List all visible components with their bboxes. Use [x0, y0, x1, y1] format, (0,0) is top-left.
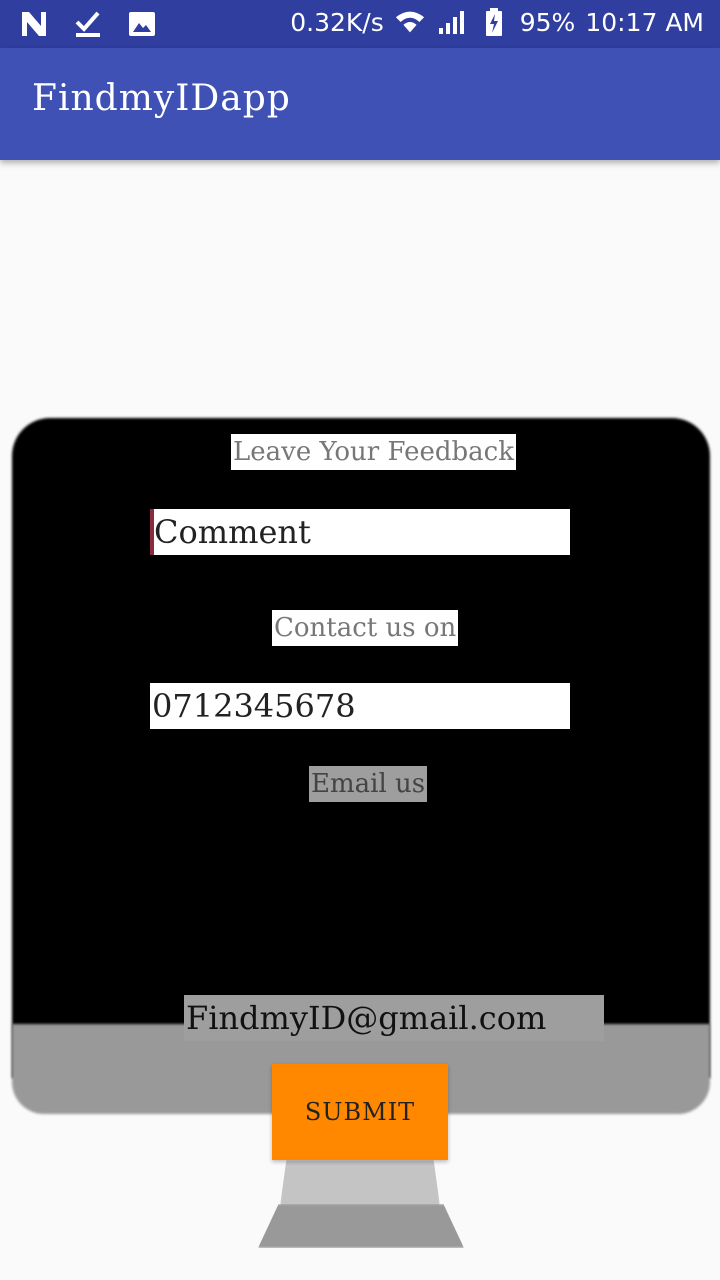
clock: 10:17 AM: [585, 7, 704, 37]
battery-charging-icon: [478, 6, 510, 38]
wifi-icon: [394, 6, 426, 38]
image-icon: [126, 8, 158, 40]
feedback-label: Leave Your Feedback: [231, 434, 516, 470]
n-notification-icon: [18, 8, 50, 40]
app-bar: FindmyIDapp: [0, 48, 720, 160]
comment-input-value: Comment: [154, 513, 311, 551]
status-bar: 0.32K/s 95% 10:17 AM: [0, 0, 720, 48]
monitor-neck-background: [280, 1160, 440, 1206]
email-label: Email us: [309, 766, 428, 802]
network-speed: 0.32K/s: [290, 7, 384, 37]
text-cursor: [150, 509, 154, 555]
email-field[interactable]: FindmyID@gmail.com: [184, 995, 604, 1041]
download-done-icon: [72, 8, 104, 40]
submit-button[interactable]: SUBMIT: [272, 1064, 448, 1160]
contact-label: Contact us on: [272, 610, 459, 646]
comment-input[interactable]: Comment: [150, 509, 570, 555]
battery-level: 95%: [519, 7, 576, 37]
signal-icon: [436, 6, 468, 38]
monitor-base-background: [258, 1204, 464, 1248]
app-title: FindmyIDapp: [32, 78, 291, 119]
phone-input[interactable]: 0712345678: [150, 683, 570, 729]
